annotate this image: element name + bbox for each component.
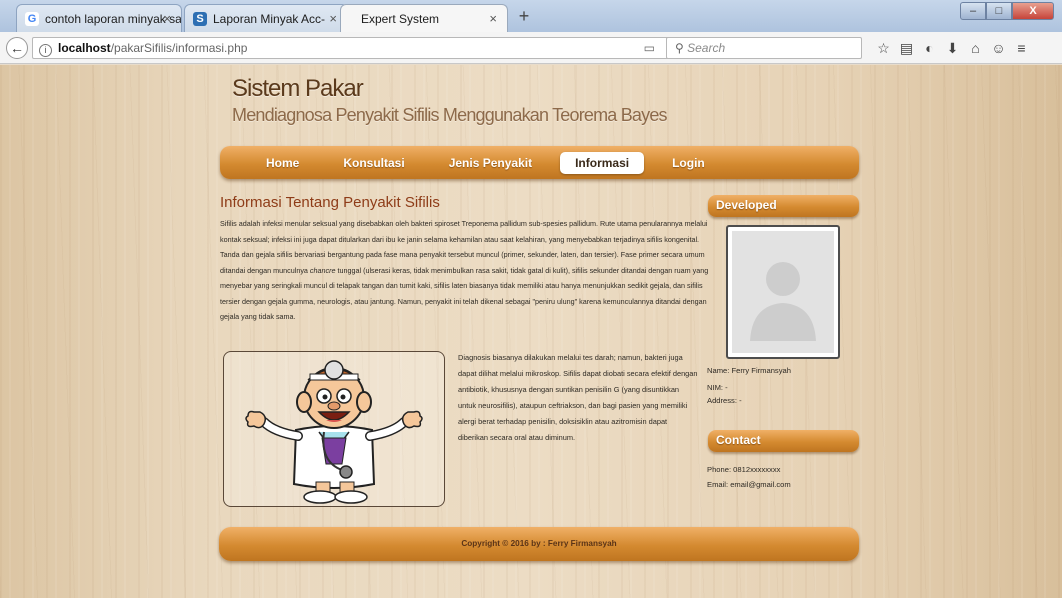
content-paragraph: Sifilis adalah infeksi menular seksual y… xyxy=(220,216,715,325)
doctor-illustration-frame xyxy=(223,351,445,507)
new-tab-button[interactable]: + xyxy=(512,6,536,28)
close-tab-icon[interactable]: × xyxy=(489,11,497,26)
doctor-cartoon-image xyxy=(245,360,423,504)
smiley-icon[interactable]: ☺ xyxy=(987,40,1010,57)
developer-name: Name: Ferry Firmansyah xyxy=(707,366,791,375)
pocket-icon[interactable]: ◐ xyxy=(918,40,941,57)
site-title: Sistem Pakar xyxy=(232,75,364,102)
diagnosis-paragraph: Diagnosis biasanya dilakukan melalui tes… xyxy=(458,353,698,442)
page-viewport: Sistem Pakar Mendiagnosa Penyakit Sifili… xyxy=(0,65,1062,598)
url-host: localhost xyxy=(58,41,111,55)
search-placeholder: Search xyxy=(687,41,726,55)
main-menu: Home Konsultasi Jenis Penyakit Informasi… xyxy=(220,146,859,179)
close-tab-icon[interactable]: × xyxy=(163,11,171,26)
window-controls: ‒ □ X xyxy=(960,2,1054,20)
google-favicon-icon: G xyxy=(25,12,39,26)
menu-hamburger-icon[interactable]: ≡ xyxy=(1010,40,1033,57)
copyright-text: Copyright © 2016 by : Ferry Firmansyah xyxy=(461,539,617,548)
close-window-icon[interactable]: X xyxy=(1012,2,1054,20)
contact-phone: Phone: 0812xxxxxxxx xyxy=(707,465,781,474)
menu-item-home[interactable]: Home xyxy=(244,152,321,174)
search-icon: ⚲ xyxy=(675,41,688,55)
download-icon[interactable]: ⬇ xyxy=(941,40,964,57)
home-icon[interactable]: ⌂ xyxy=(964,40,987,57)
content-title: Informasi Tentang Penyakit Sifilis xyxy=(220,194,440,211)
menu-item-konsultasi[interactable]: Konsultasi xyxy=(321,152,426,174)
toolbar-icons: ☆ ▤ ◐ ⬇ ⌂ ☺ ≡ xyxy=(872,40,1033,57)
menu-item-jenis-penyakit[interactable]: Jenis Penyakit xyxy=(427,152,554,174)
tab-title: Expert System xyxy=(361,12,440,26)
bookmark-star-icon[interactable]: ☆ xyxy=(872,40,895,57)
menu-item-login[interactable]: Login xyxy=(650,152,727,174)
user-silhouette-icon xyxy=(750,262,816,341)
library-icon[interactable]: ▤ xyxy=(895,40,918,57)
menu-item-informasi[interactable]: Informasi xyxy=(560,151,645,174)
tab-title: Laporan Minyak Acc- xyxy=(213,12,326,26)
info-icon[interactable]: i xyxy=(39,44,52,57)
avatar xyxy=(726,225,840,359)
browser-titlebar: G contoh laporan minyak sa... × S Lapora… xyxy=(0,0,1062,33)
browser-tab-active[interactable]: Expert System × xyxy=(340,4,508,33)
developed-box-title: Developed xyxy=(708,195,859,217)
browser-tab-2[interactable]: S Laporan Minyak Acc- × xyxy=(184,4,348,32)
contact-email: Email: email@gmail.com xyxy=(707,480,791,489)
footer: Copyright © 2016 by : Ferry Firmansyah xyxy=(219,527,859,561)
minimize-icon[interactable]: ‒ xyxy=(960,2,986,20)
developer-address: Address: - xyxy=(707,396,742,405)
browser-tab-1[interactable]: G contoh laporan minyak sa... × xyxy=(16,4,182,32)
site-subtitle: Mendiagnosa Penyakit Sifilis Menggunakan… xyxy=(232,105,668,125)
developer-nim: NIM: - xyxy=(707,383,728,392)
reader-view-icon[interactable]: ▭ xyxy=(644,41,655,55)
paragraph-italic: chancre xyxy=(309,265,336,275)
browser-navbar: ← i localhost/pakarSifilis/informasi.php … xyxy=(0,32,1062,64)
tab-title: contoh laporan minyak sa... xyxy=(45,12,182,26)
maximize-icon[interactable]: □ xyxy=(986,2,1012,20)
back-arrow-icon[interactable]: ← xyxy=(6,37,28,59)
contact-box-title: Contact xyxy=(708,430,859,452)
site-favicon-icon: S xyxy=(193,12,207,26)
avatar-placeholder xyxy=(732,231,834,353)
search-input[interactable]: ⚲ Search xyxy=(666,37,862,59)
close-tab-icon[interactable]: × xyxy=(329,11,337,26)
url-bar[interactable]: i localhost/pakarSifilis/informasi.php ▭ … xyxy=(32,37,702,59)
url-path: /pakarSifilis/informasi.php xyxy=(110,41,248,55)
